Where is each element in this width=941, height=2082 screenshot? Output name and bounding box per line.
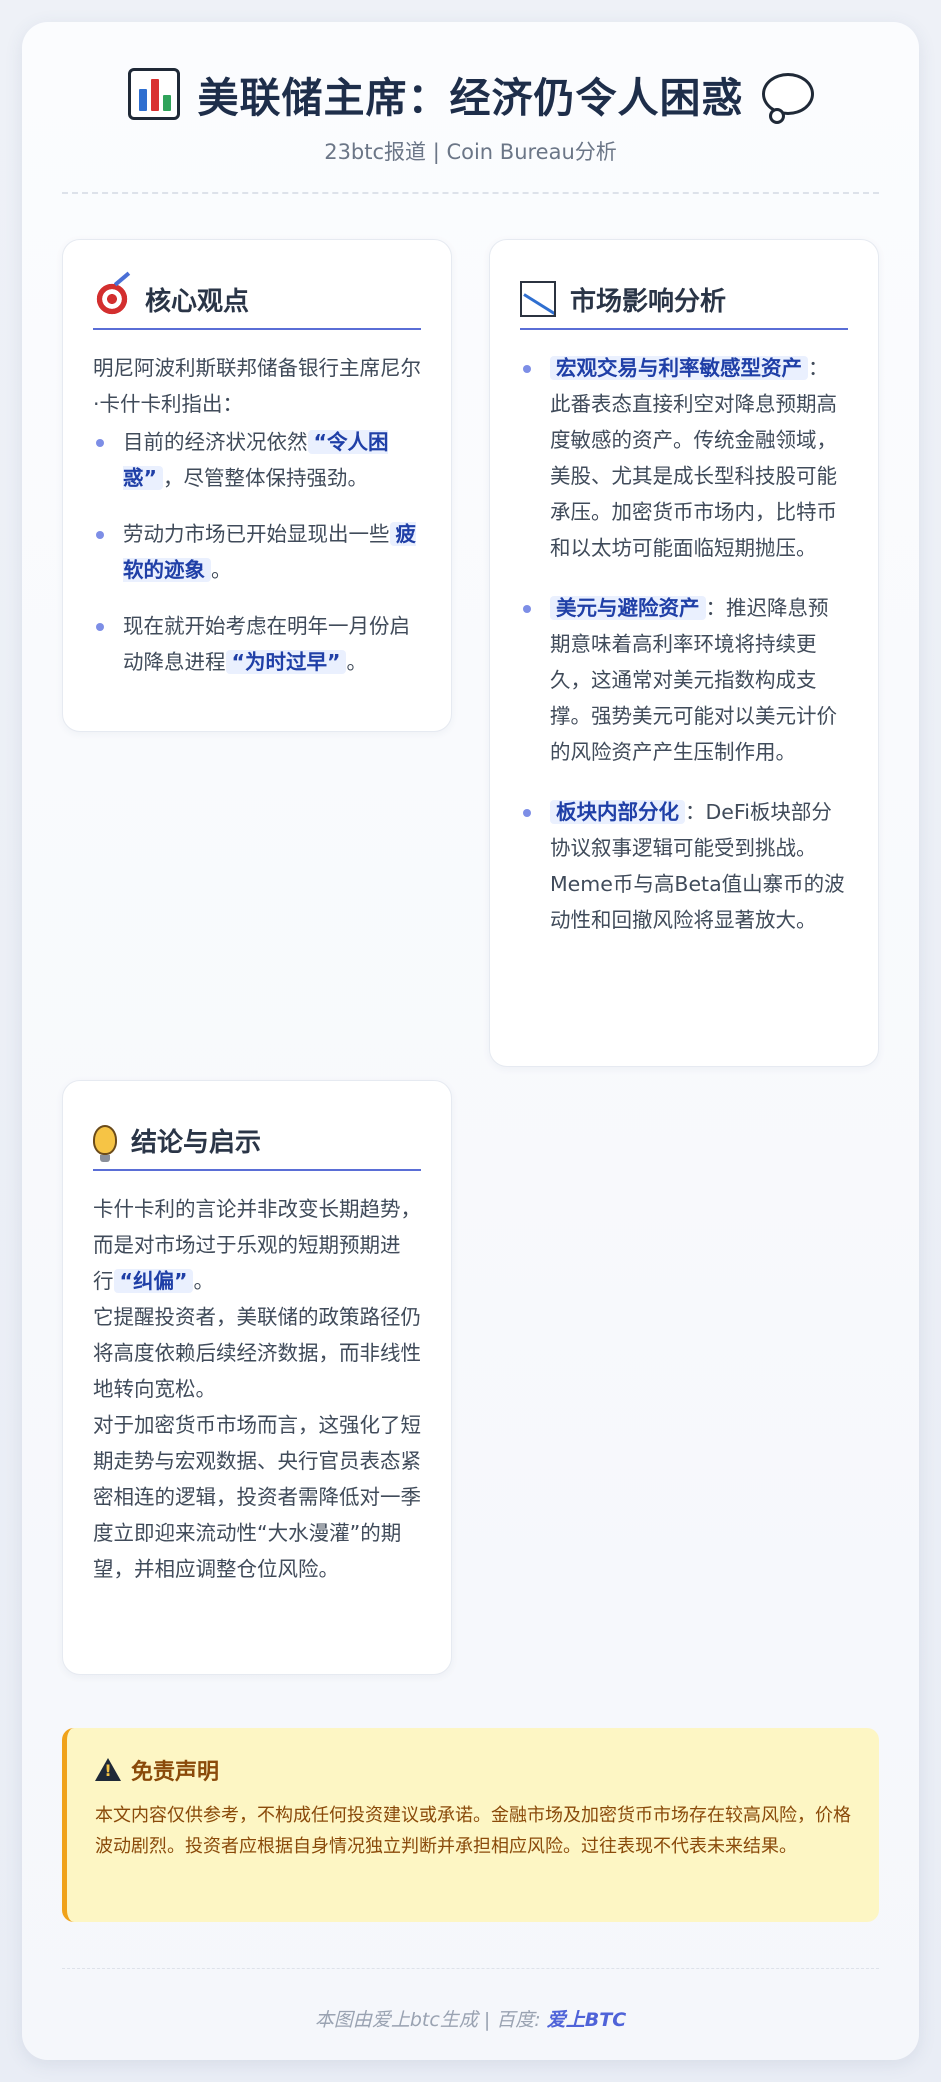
page-title: 美联储主席：经济仍令人困惑 (197, 74, 744, 122)
disclaimer-header: 免责声明 (95, 1754, 219, 1786)
highlight: 宏观交易与利率敏感型资产 (550, 356, 808, 380)
list-item: 目前的经济状况依然 “令人困惑” ，尽管整体保持强劲。 (93, 424, 421, 496)
conclusion-paragraph: 它提醒投资者，美联储的政策路径仍将高度依赖后续经济数据，而非线性地转向宽松。 (93, 1305, 421, 1401)
footer: 本图由爱上btc生成 | 百度: 爱上BTC (22, 2005, 919, 2032)
footer-text: 本图由爱上btc生成 | 百度: (314, 2009, 547, 2031)
disclaimer-box: 免责声明 本文内容仅供参考，不构成任何投资建议或承诺。金融市场及加密货币市场存在… (62, 1728, 879, 1922)
card-header: 市场影响分析 (520, 270, 848, 330)
disclaimer-title: 免责声明 (131, 1760, 220, 1785)
highlight: “为时过早” (225, 650, 347, 674)
core-viewpoints-card: 核心观点 明尼阿波利斯联邦储备银行主席尼尔·卡什卡利指出： 目前的经济状况依然 “… (62, 239, 452, 732)
card-header: 结论与启示 (93, 1111, 421, 1171)
card-title: 市场影响分析 (570, 286, 727, 317)
title-row: 美联储主席：经济仍令人困惑 (22, 62, 919, 126)
conclusion-paragraph: 卡什卡利的言论并非改变长期趋势，而是对市场过于乐观的短期预期进行 “纠偏”。 (93, 1197, 421, 1293)
conclusion-paragraph: 对于加密货币市场而言，这强化了短期走势与宏观数据、央行官员表态紧密相连的逻辑，投… (93, 1413, 421, 1581)
footer-divider (62, 1968, 879, 1969)
card-body: 卡什卡利的言论并非改变长期趋势，而是对市场过于乐观的短期预期进行 “纠偏”。 它提… (93, 1191, 421, 1587)
disclaimer-text: 本文内容仅供参考，不构成任何投资建议或承诺。金融市场及加密货币市场存在较高风险，… (95, 1805, 851, 1857)
impact-list: 宏观交易与利率敏感型资产 ：此番表态直接利空对降息预期高度敏感的资产。传统金融领域… (520, 350, 848, 938)
conclusion-card: 结论与启示 卡什卡利的言论并非改变长期趋势，而是对市场过于乐观的短期预期进行 “纠… (62, 1080, 452, 1675)
card-title: 结论与启示 (131, 1127, 262, 1158)
infographic-page: 美联储主席：经济仍令人困惑 23btc报道 | Coin Bureau分析 核心… (22, 22, 919, 2060)
list-item: 美元与避险资产 ：推迟降息预期意味着高利率环境将持续更久，这通常对美元指数构成支撑… (520, 590, 848, 770)
card-body: 明尼阿波利斯联邦储备银行主席尼尔·卡什卡利指出： 目前的经济状况依然 “令人困惑”… (93, 350, 421, 700)
market-impact-card: 市场影响分析 宏观交易与利率敏感型资产 ：此番表态直接利空对降息预期高度敏感的资产… (489, 239, 879, 1067)
list-item: 劳动力市场已开始显现出一些 疲软的迹象。 (93, 516, 421, 588)
card-header: 核心观点 (93, 270, 421, 330)
list-item: 宏观交易与利率敏感型资产 ：此番表态直接利空对降息预期高度敏感的资产。传统金融领域… (520, 350, 848, 566)
highlight: “纠偏” (113, 1269, 194, 1293)
chart-decreasing-icon (520, 281, 556, 317)
header: 美联储主席：经济仍令人困惑 23btc报道 | Coin Bureau分析 (22, 62, 919, 166)
viewpoint-list: 目前的经济状况依然 “令人困惑” ，尽管整体保持强劲。 劳动力市场已开始显现出一些疲… (93, 424, 421, 680)
target-icon (93, 280, 131, 318)
highlight: 美元与避险资产 (550, 596, 706, 620)
header-divider (62, 192, 879, 194)
list-item: 现在就开始考虑在明年一月份启动降息进程 “为时过早”。 (93, 608, 421, 680)
page-subtitle: 23btc报道 | Coin Bureau分析 (324, 140, 617, 164)
intro-text: 明尼阿波利斯联邦储备银行主席尼尔·卡什卡利指出： (93, 356, 421, 416)
thought-bubble-icon (761, 73, 814, 124)
warning-icon (95, 1758, 121, 1782)
footer-brand-link[interactable]: 爱上BTC (547, 2009, 626, 2031)
card-body: 宏观交易与利率敏感型资产 ：此番表态直接利空对降息预期高度敏感的资产。传统金融领域… (520, 350, 848, 958)
bar-chart-icon (127, 68, 180, 120)
card-title: 核心观点 (145, 286, 250, 317)
list-item: 板块内部分化 ：DeFi板块部分协议叙事逻辑可能受到挑战。Meme币与高Beta值… (520, 794, 848, 938)
highlight: 板块内部分化 (550, 800, 685, 824)
light-bulb-icon (93, 1125, 117, 1162)
